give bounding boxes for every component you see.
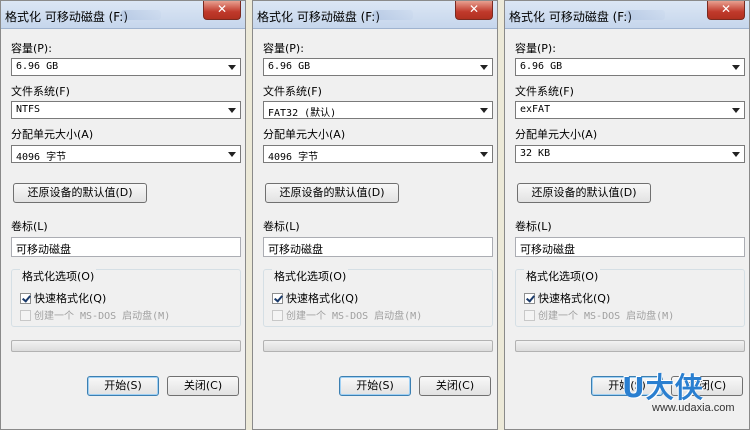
- allocation-unit-value: 4096 字节: [16, 152, 67, 163]
- start-button[interactable]: 开始(S): [339, 376, 411, 396]
- capacity-select[interactable]: 6.96 GB: [515, 58, 745, 76]
- format-options-legend: 格式化选项(O): [20, 268, 97, 284]
- format-options-group: 格式化选项(O) 快速格式化(Q) 创建一个 MS-DOS 启动盘(M): [263, 268, 493, 327]
- format-options-group: 格式化选项(O) 快速格式化(Q) 创建一个 MS-DOS 启动盘(M): [11, 268, 241, 327]
- title-redaction: [373, 10, 413, 20]
- capacity-label: 容量(P):: [263, 42, 304, 55]
- format-options-group: 格式化选项(O) 快速格式化(Q) 创建一个 MS-DOS 启动盘(M): [515, 268, 745, 327]
- quick-format-label: 快速格式化(Q): [538, 292, 611, 305]
- allocation-unit-select[interactable]: 4096 字节: [263, 145, 493, 163]
- site-watermark: U大侠 www.udaxia.com: [604, 366, 750, 430]
- volume-label-input[interactable]: 可移动磁盘: [11, 237, 241, 257]
- chevron-down-icon: [228, 65, 236, 70]
- quick-format-checkbox[interactable]: [524, 293, 535, 304]
- volume-label-value: 可移动磁盘: [268, 243, 323, 256]
- quick-format-label: 快速格式化(Q): [34, 292, 107, 305]
- allocation-unit-value: 4096 字节: [268, 152, 319, 163]
- capacity-label: 容量(P):: [11, 42, 52, 55]
- msdos-boot-checkbox: [524, 310, 535, 321]
- format-progress-bar: [263, 340, 493, 352]
- filesystem-select[interactable]: NTFS: [11, 101, 241, 119]
- msdos-boot-option: 创建一个 MS-DOS 启动盘(M): [272, 307, 422, 322]
- restore-defaults-button[interactable]: 还原设备的默认值(D): [265, 183, 399, 203]
- capacity-value: 6.96 GB: [520, 61, 563, 72]
- format-progress-bar: [11, 340, 241, 352]
- quick-format-checkbox[interactable]: [272, 293, 283, 304]
- title-bar: 格式化 可移动磁盘 (F:) ✕: [253, 1, 497, 29]
- filesystem-select[interactable]: FAT32 (默认): [263, 101, 493, 119]
- quick-format-checkbox[interactable]: [20, 293, 31, 304]
- start-button[interactable]: 开始(S): [87, 376, 159, 396]
- title-redaction: [625, 10, 665, 20]
- allocation-unit-value: 32 KB: [520, 148, 551, 159]
- volume-label-value: 可移动磁盘: [16, 243, 71, 256]
- filesystem-label: 文件系统(F): [11, 85, 70, 98]
- volume-label-caption: 卷标(L): [263, 220, 300, 233]
- filesystem-label: 文件系统(F): [515, 85, 574, 98]
- chevron-down-icon: [480, 65, 488, 70]
- capacity-select[interactable]: 6.96 GB: [263, 58, 493, 76]
- allocation-unit-select[interactable]: 32 KB: [515, 145, 745, 163]
- quick-format-option[interactable]: 快速格式化(Q): [524, 290, 610, 306]
- window-title: 格式化 可移动磁盘 (F:): [509, 10, 633, 24]
- filesystem-value: NTFS: [16, 104, 41, 115]
- quick-format-label: 快速格式化(Q): [286, 292, 359, 305]
- chevron-down-icon: [732, 108, 740, 113]
- format-progress-bar: [515, 340, 745, 352]
- msdos-boot-option: 创建一个 MS-DOS 启动盘(M): [524, 307, 674, 322]
- restore-defaults-button[interactable]: 还原设备的默认值(D): [517, 183, 651, 203]
- volume-label-input[interactable]: 可移动磁盘: [515, 237, 745, 257]
- title-redaction: [121, 10, 161, 20]
- allocation-unit-label: 分配单元大小(A): [515, 128, 598, 141]
- watermark-logo: U大侠: [622, 371, 704, 404]
- quick-format-option[interactable]: 快速格式化(Q): [20, 290, 106, 306]
- volume-label-caption: 卷标(L): [515, 220, 552, 233]
- capacity-select[interactable]: 6.96 GB: [11, 58, 241, 76]
- msdos-boot-label: 创建一个 MS-DOS 启动盘(M): [538, 311, 675, 322]
- title-bar: 格式化 可移动磁盘 (F:) ✕: [1, 1, 245, 29]
- close-window-button[interactable]: ✕: [203, 1, 241, 20]
- window-title: 格式化 可移动磁盘 (F:): [5, 10, 129, 24]
- chevron-down-icon: [480, 152, 488, 157]
- restore-defaults-button[interactable]: 还原设备的默认值(D): [13, 183, 147, 203]
- capacity-value: 6.96 GB: [16, 61, 59, 72]
- chevron-down-icon: [228, 152, 236, 157]
- filesystem-label: 文件系统(F): [263, 85, 322, 98]
- filesystem-select[interactable]: exFAT: [515, 101, 745, 119]
- close-button[interactable]: 关闭(C): [167, 376, 239, 396]
- msdos-boot-label: 创建一个 MS-DOS 启动盘(M): [34, 311, 171, 322]
- allocation-unit-label: 分配单元大小(A): [263, 128, 346, 141]
- format-dialog-ntfs: 格式化 可移动磁盘 (F:) ✕ 容量(P): 6.96 GB 文件系统(F) …: [0, 0, 246, 430]
- format-options-legend: 格式化选项(O): [272, 268, 349, 284]
- chevron-down-icon: [732, 152, 740, 157]
- volume-label-input[interactable]: 可移动磁盘: [263, 237, 493, 257]
- msdos-boot-checkbox: [272, 310, 283, 321]
- chevron-down-icon: [732, 65, 740, 70]
- chevron-down-icon: [480, 108, 488, 113]
- volume-label-caption: 卷标(L): [11, 220, 48, 233]
- window-title: 格式化 可移动磁盘 (F:): [257, 10, 381, 24]
- capacity-value: 6.96 GB: [268, 61, 311, 72]
- format-options-legend: 格式化选项(O): [524, 268, 601, 284]
- close-button[interactable]: 关闭(C): [419, 376, 491, 396]
- format-dialog-fat32: 格式化 可移动磁盘 (F:) ✕ 容量(P): 6.96 GB 文件系统(F) …: [252, 0, 498, 430]
- watermark-url: www.udaxia.com: [652, 402, 735, 414]
- msdos-boot-option: 创建一个 MS-DOS 启动盘(M): [20, 307, 170, 322]
- chevron-down-icon: [228, 108, 236, 113]
- close-window-button[interactable]: ✕: [455, 1, 493, 20]
- msdos-boot-label: 创建一个 MS-DOS 启动盘(M): [286, 311, 423, 322]
- title-bar: 格式化 可移动磁盘 (F:) ✕: [505, 1, 749, 29]
- quick-format-option[interactable]: 快速格式化(Q): [272, 290, 358, 306]
- msdos-boot-checkbox: [20, 310, 31, 321]
- allocation-unit-label: 分配单元大小(A): [11, 128, 94, 141]
- filesystem-value: FAT32 (默认): [268, 108, 337, 119]
- allocation-unit-select[interactable]: 4096 字节: [11, 145, 241, 163]
- capacity-label: 容量(P):: [515, 42, 556, 55]
- volume-label-value: 可移动磁盘: [520, 243, 575, 256]
- close-window-button[interactable]: ✕: [707, 1, 745, 20]
- filesystem-value: exFAT: [520, 104, 551, 115]
